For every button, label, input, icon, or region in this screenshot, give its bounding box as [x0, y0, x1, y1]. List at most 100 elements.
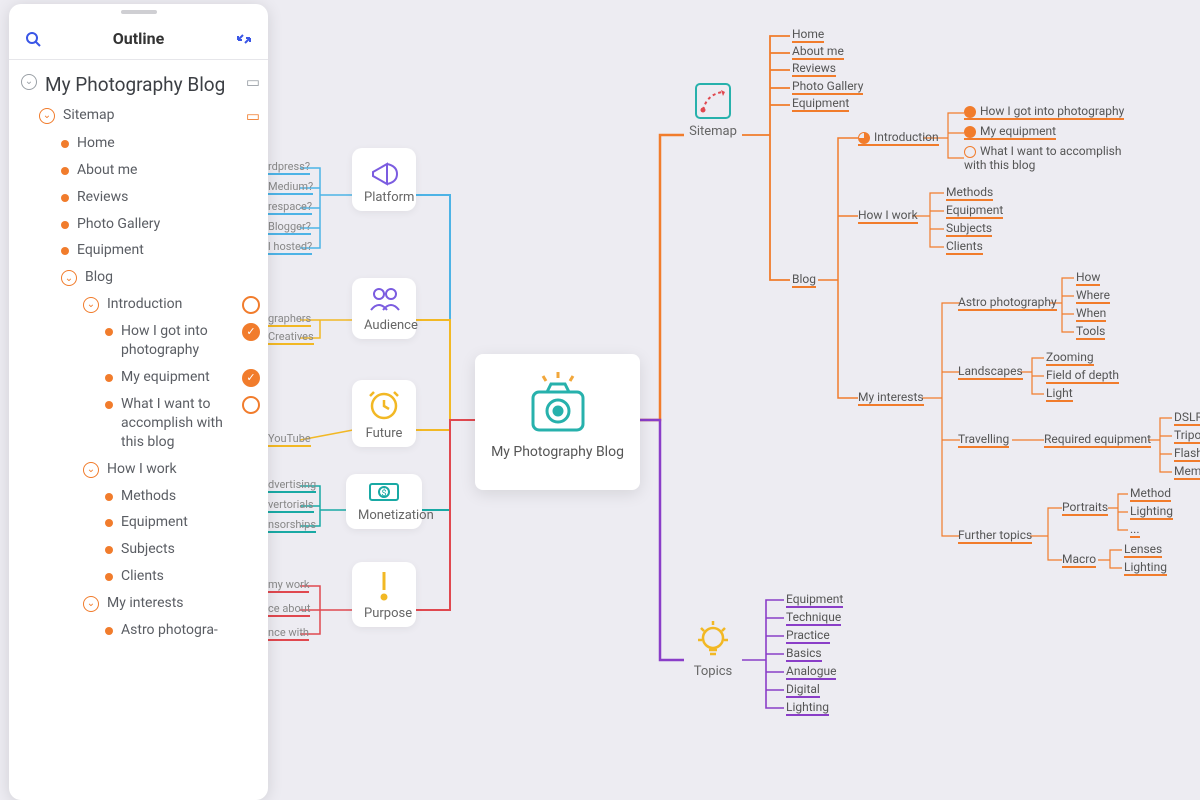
- sm-home[interactable]: Home: [792, 27, 824, 43]
- chevron-down-icon[interactable]: ⌄: [21, 74, 37, 90]
- expand-icon[interactable]: [230, 31, 258, 47]
- branch-monetization[interactable]: $ Monetization: [346, 474, 422, 529]
- leaf[interactable]: Field of depth: [1046, 368, 1119, 384]
- outline-body[interactable]: ⌄My Photography Blog▭ ⌄Sitemap▭ Home Abo…: [9, 60, 268, 800]
- leaf[interactable]: Where: [1076, 288, 1110, 304]
- outline-item[interactable]: Reviews: [77, 188, 128, 207]
- center-node[interactable]: My Photography Blog: [475, 354, 640, 490]
- leaf[interactable]: vertorials: [268, 498, 314, 513]
- leaf[interactable]: Lighting: [1124, 560, 1167, 576]
- branch-platform[interactable]: Platform: [352, 148, 416, 211]
- leaf[interactable]: rdpress?: [268, 160, 310, 175]
- leaf[interactable]: Lighting: [1130, 504, 1173, 520]
- int-further[interactable]: Further topics: [958, 528, 1032, 544]
- outline-item[interactable]: Equipment: [121, 513, 188, 532]
- leaf[interactable]: YouTube: [268, 432, 311, 447]
- leaf[interactable]: Lighting: [786, 700, 829, 716]
- outline-item[interactable]: How I got into photography: [121, 322, 234, 360]
- leaf[interactable]: How I got into photography: [964, 104, 1124, 120]
- leaf[interactable]: Tripod: [1174, 428, 1200, 444]
- outline-item[interactable]: Sitemap: [63, 106, 238, 125]
- leaf[interactable]: Clients: [946, 239, 983, 255]
- sm-blog[interactable]: Blog: [792, 272, 816, 288]
- branch-future[interactable]: Future: [352, 380, 416, 447]
- branch-sitemap[interactable]: Sitemap: [684, 82, 742, 139]
- leaf[interactable]: Technique: [786, 610, 841, 626]
- leaf[interactable]: What I want to accomplish with this blog: [964, 144, 1134, 172]
- leaf[interactable]: How: [1076, 270, 1100, 286]
- label: Audience: [364, 318, 418, 333]
- leaf[interactable]: Practice: [786, 628, 830, 644]
- leaf[interactable]: Equipment: [786, 592, 843, 608]
- outline-item[interactable]: Equipment: [77, 241, 144, 260]
- leaf[interactable]: Zooming: [1046, 350, 1094, 366]
- leaf[interactable]: Methods: [946, 185, 993, 201]
- outline-item[interactable]: My equipment: [121, 368, 234, 387]
- chevron-down-icon[interactable]: ⌄: [83, 596, 99, 612]
- leaf[interactable]: When: [1076, 306, 1106, 322]
- leaf[interactable]: Equipment: [946, 203, 1003, 219]
- bulb-icon: [695, 618, 731, 660]
- chevron-down-icon[interactable]: ⌄: [39, 108, 55, 124]
- leaf[interactable]: my work: [268, 578, 309, 593]
- blog-intro[interactable]: Introduction: [858, 130, 939, 146]
- leaf[interactable]: Tools: [1076, 324, 1105, 340]
- outline-item[interactable]: How I work: [107, 460, 177, 479]
- leaf[interactable]: l hosted?: [268, 240, 312, 255]
- leaf[interactable]: ce about: [268, 602, 310, 617]
- leaf[interactable]: My equipment: [964, 124, 1056, 140]
- leaf[interactable]: ...: [1130, 522, 1140, 538]
- drag-handle[interactable]: [121, 10, 157, 14]
- search-icon[interactable]: [19, 31, 47, 47]
- chevron-down-icon[interactable]: ⌄: [83, 462, 99, 478]
- sm-gallery[interactable]: Photo Gallery: [792, 79, 863, 95]
- leaf[interactable]: Required equipment: [1044, 432, 1151, 448]
- chevron-down-icon[interactable]: ⌄: [61, 270, 77, 286]
- int-land[interactable]: Landscapes: [958, 364, 1023, 380]
- leaf[interactable]: Creatives: [268, 330, 314, 345]
- leaf[interactable]: nsorships: [268, 518, 316, 533]
- leaf[interactable]: Lenses: [1124, 542, 1162, 558]
- leaf[interactable]: Analogue: [786, 664, 836, 680]
- outline-item[interactable]: Blog: [85, 268, 113, 287]
- leaf[interactable]: Memo: [1174, 464, 1200, 480]
- outline-item[interactable]: Subjects: [121, 540, 175, 559]
- sm-reviews[interactable]: Reviews: [792, 61, 836, 77]
- leaf[interactable]: dvertising: [268, 478, 316, 493]
- outline-item[interactable]: What I want to accomplish with this blog: [121, 395, 234, 452]
- outline-item[interactable]: Astro photogra-: [121, 621, 218, 640]
- outline-item[interactable]: Home: [77, 134, 115, 153]
- leaf[interactable]: DSLR: [1174, 410, 1200, 426]
- leaf[interactable]: graphers: [268, 312, 311, 327]
- outline-item[interactable]: Clients: [121, 567, 164, 586]
- leaf[interactable]: respace?: [268, 200, 312, 215]
- leaf[interactable]: Digital: [786, 682, 820, 698]
- outline-item[interactable]: About me: [77, 161, 137, 180]
- int-travel[interactable]: Travelling: [958, 432, 1009, 448]
- leaf[interactable]: Portraits: [1062, 500, 1108, 516]
- outline-root[interactable]: My Photography Blog: [45, 72, 238, 98]
- outline-item[interactable]: Photo Gallery: [77, 215, 160, 234]
- leaf[interactable]: Light: [1046, 386, 1073, 402]
- branch-topics[interactable]: Topics: [684, 618, 742, 679]
- outline-item[interactable]: My interests: [107, 594, 184, 613]
- leaf[interactable]: Macro: [1062, 552, 1096, 568]
- leaf[interactable]: Basics: [786, 646, 822, 662]
- sm-equip[interactable]: Equipment: [792, 96, 849, 112]
- leaf[interactable]: Blogger?: [268, 220, 311, 235]
- branch-audience[interactable]: Audience: [352, 278, 416, 339]
- blog-interests[interactable]: My interests: [858, 390, 924, 406]
- leaf[interactable]: Subjects: [946, 221, 992, 237]
- chevron-down-icon[interactable]: ⌄: [83, 297, 99, 313]
- leaf[interactable]: Method: [1130, 486, 1171, 502]
- outline-item[interactable]: Introduction: [107, 295, 234, 314]
- leaf[interactable]: nce with: [268, 626, 309, 641]
- outline-item[interactable]: Methods: [121, 487, 176, 506]
- leaf[interactable]: Flash: [1174, 446, 1200, 462]
- branch-purpose[interactable]: Purpose: [352, 562, 416, 627]
- blog-how[interactable]: How I work: [858, 208, 918, 224]
- leaf[interactable]: Medium?: [268, 180, 313, 195]
- sm-about[interactable]: About me: [792, 44, 844, 60]
- int-astro[interactable]: Astro photography: [958, 295, 1057, 311]
- megaphone-icon: [367, 154, 401, 186]
